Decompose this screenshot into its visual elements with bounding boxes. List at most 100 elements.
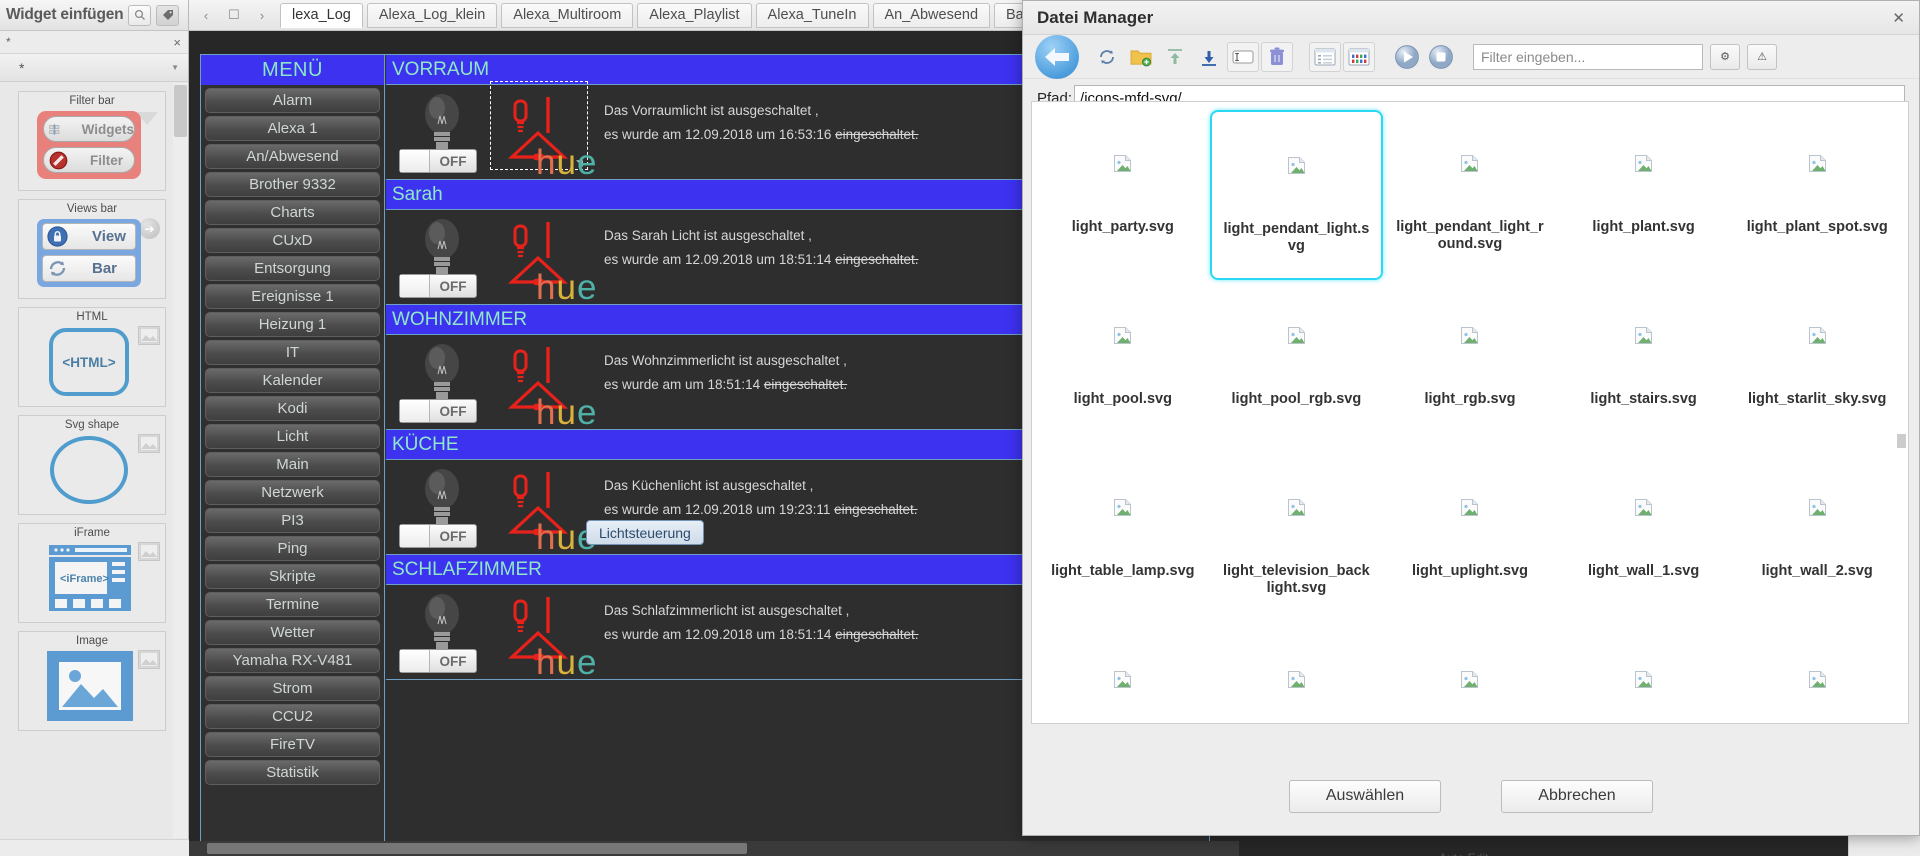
file-item[interactable]: light_table_lamp.svg (1036, 454, 1210, 624)
file-item[interactable]: light_television_backlight.svg (1210, 454, 1384, 624)
file-item[interactable]: light_rgb.svg (1383, 282, 1557, 452)
tab-lexa-log[interactable]: lexa_Log (280, 2, 363, 28)
close-icon[interactable]: ✕ (1888, 9, 1909, 27)
light-toggle[interactable]: OFF (399, 524, 477, 548)
nav-back-icon[interactable]: ‹ (192, 2, 220, 28)
file-grid-container[interactable]: light_party.svg light_pendant_light.svg li… (1031, 101, 1909, 724)
list-view-icon[interactable] (1309, 41, 1341, 72)
menu-item[interactable]: FireTV (205, 732, 380, 757)
menu-item[interactable]: An/Abwesend (205, 144, 380, 169)
tab-alexa-playlist[interactable]: Alexa_Playlist (637, 2, 752, 28)
menu-item[interactable]: Charts (205, 200, 380, 225)
file-item[interactable]: light_party.svg (1036, 110, 1210, 280)
close-icon[interactable]: × (173, 35, 181, 50)
menu-item[interactable]: Termine (205, 592, 380, 617)
tab-alexa-tunein[interactable]: Alexa_TuneIn (755, 2, 869, 28)
menu-item[interactable]: PI3 (205, 508, 380, 533)
menu-item[interactable]: CCU2 (205, 704, 380, 729)
back-arrow-icon[interactable] (1035, 34, 1079, 79)
file-item[interactable] (1383, 626, 1557, 723)
widget-card-html[interactable]: HTML <HTML> (18, 307, 166, 407)
menu-item[interactable]: Wetter (205, 620, 380, 645)
download-icon[interactable] (1193, 42, 1225, 72)
tab-alexa-log-klein[interactable]: Alexa_Log_klein (366, 2, 498, 28)
toggle-knob (400, 150, 430, 172)
file-item[interactable]: light_pendant_light.svg (1209, 110, 1384, 280)
file-item[interactable]: light_pool.svg (1036, 282, 1210, 452)
menu-item[interactable]: Entsorgung (205, 256, 380, 281)
file-item[interactable]: light_wall_1.svg (1557, 454, 1731, 624)
file-item[interactable]: light_stairs.svg (1557, 282, 1731, 452)
file-list-scrollbar[interactable] (1897, 104, 1906, 721)
widget-card-iframe[interactable]: iFrame <iFrame> (18, 523, 166, 623)
delete-icon[interactable] (1261, 41, 1293, 72)
vis-hscrollbar[interactable] (189, 841, 1239, 856)
file-item[interactable] (1557, 626, 1731, 723)
menu-item[interactable]: Ereignisse 1 (205, 284, 380, 309)
file-item[interactable]: light_plant.svg (1557, 110, 1731, 280)
menu-item[interactable]: Heizung 1 (205, 312, 380, 337)
menu-item[interactable]: Strom (205, 676, 380, 701)
menu-item[interactable]: Kalender (205, 368, 380, 393)
panel-hscrollbar[interactable] (0, 839, 189, 856)
new-folder-icon[interactable] (1125, 42, 1157, 72)
menu-item[interactable]: Brother 9332 (205, 172, 380, 197)
rename-icon[interactable] (1227, 41, 1259, 72)
menu-item[interactable]: Ping (205, 536, 380, 561)
file-item[interactable]: light_plant_spot.svg (1730, 110, 1904, 280)
menu-item[interactable]: Kodi (205, 396, 380, 421)
light-toggle[interactable]: OFF (399, 649, 477, 673)
menu-item[interactable]: Skripte (205, 564, 380, 589)
menu-item[interactable]: Yamaha RX-V481 (205, 648, 380, 673)
broken-image-icon (1461, 499, 1479, 516)
light-toggle[interactable]: OFF (399, 399, 477, 423)
menu-item[interactable]: Licht (205, 424, 380, 449)
nav-stop-icon[interactable]: ☐ (220, 2, 248, 28)
file-item[interactable]: light_pendant_light_round.svg (1383, 110, 1557, 280)
file-item[interactable]: light_uplight.svg (1383, 454, 1557, 624)
menu-item[interactable]: IT (205, 340, 380, 365)
upload-icon[interactable] (1159, 42, 1191, 72)
refresh-icon[interactable] (1091, 42, 1123, 72)
light-toggle[interactable]: OFF (399, 149, 477, 173)
tag-icon[interactable] (156, 4, 180, 26)
menu-item[interactable]: Alarm (205, 88, 380, 113)
file-item[interactable]: light_pool_rgb.svg (1210, 282, 1384, 452)
light-toggle[interactable]: OFF (399, 274, 477, 298)
file-item[interactable]: light_wall_2.svg (1730, 454, 1904, 624)
file-item[interactable]: light_starlit_sky.svg (1730, 282, 1904, 452)
menu-item[interactable]: CUxD (205, 228, 380, 253)
menu-item[interactable]: Main (205, 452, 380, 477)
file-item[interactable] (1036, 626, 1210, 723)
play-icon[interactable] (1391, 42, 1423, 72)
settings-gear-icon[interactable]: ⚙ (1710, 43, 1740, 70)
no-entry-icon (49, 151, 68, 169)
detail-view-icon[interactable] (1343, 41, 1375, 72)
widget-card-filter-bar[interactable]: Filter bar Widgets Filter (18, 91, 166, 191)
tab-an-abwesend[interactable]: An_Abwesend (872, 2, 991, 28)
file-item[interactable] (1210, 626, 1384, 723)
widget-card-views-bar[interactable]: Views bar ➔ View Bar (18, 199, 166, 299)
file-list-scrollbar-thumb[interactable] (1897, 434, 1906, 448)
menu-item[interactable]: Statistik (205, 760, 380, 785)
panel-scrollbar[interactable] (173, 83, 188, 838)
cancel-button[interactable]: Abbrechen (1501, 779, 1653, 813)
widget-card-image[interactable]: Image (18, 631, 166, 731)
widget-card-svg-shape[interactable]: Svg shape (18, 415, 166, 515)
menu-item[interactable]: Netzwerk (205, 480, 380, 505)
file-item[interactable] (1730, 626, 1904, 723)
stop-icon[interactable] (1425, 42, 1457, 72)
warning-icon[interactable]: ⚠ (1747, 43, 1777, 70)
filter-input[interactable]: Filter eingeben... (1473, 43, 1703, 70)
panel-scrollbar-thumb[interactable] (174, 85, 187, 137)
search-icon[interactable] (128, 4, 152, 26)
lichtsteuerung-button[interactable]: Lichtsteuerung (586, 520, 704, 545)
menu-item[interactable]: Alexa 1 (205, 116, 380, 141)
widget-set-select[interactable]: * ▼ (0, 54, 188, 82)
nav-forward-icon[interactable]: › (248, 2, 276, 28)
select-button[interactable]: Auswählen (1289, 779, 1441, 813)
file-name: light_plant_spot.svg (1746, 219, 1888, 235)
tab-alexa-multiroom[interactable]: Alexa_Multiroom (501, 2, 634, 28)
vis-hscrollbar-thumb[interactable] (207, 843, 747, 854)
status-line-2-prefix: es wurde am 12.09.2018 um 19:23:11 (604, 502, 835, 517)
